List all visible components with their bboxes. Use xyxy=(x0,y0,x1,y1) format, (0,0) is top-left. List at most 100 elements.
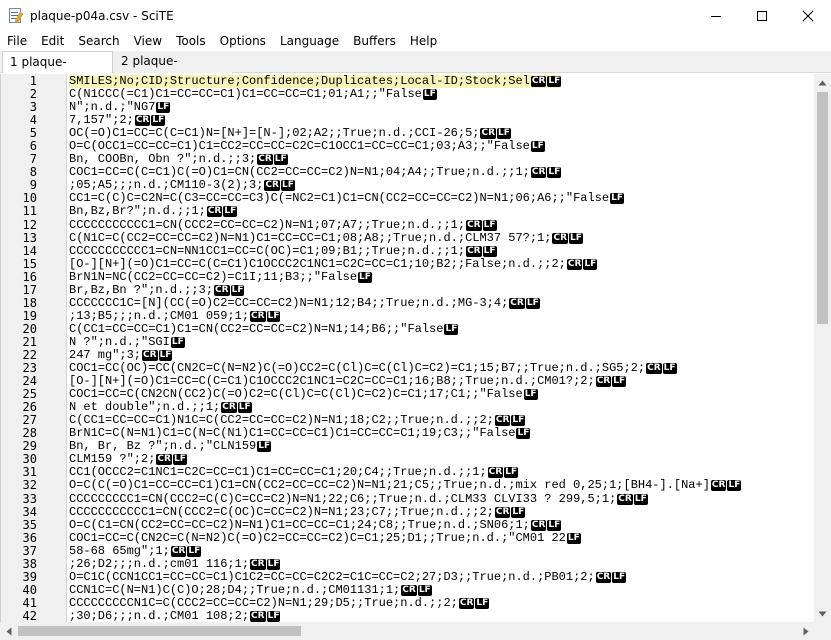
line-content: C(CC1=CC=CC=C1)C1=CN(CC2=CC=CC=C2)N=N1;1… xyxy=(69,321,444,336)
code-line[interactable]: 42 ;30;D6;;;n.d.;CM01 108;2; CR LF xyxy=(1,608,814,622)
line-text: COC1=CC(OC)=CC(CN2C=C(N=N2)C(=O)CC2=C(Cl… xyxy=(69,362,677,375)
line-number: 41 xyxy=(22,595,37,610)
lf-marker: LF xyxy=(504,467,519,479)
lf-marker: LF xyxy=(417,584,432,596)
menu-buffers[interactable]: Buffers xyxy=(346,31,403,51)
menu-help[interactable]: Help xyxy=(403,31,444,51)
lf-marker: LF xyxy=(662,363,677,375)
line-number: 8 xyxy=(29,165,37,180)
line-content: ;13;B5;;;n.d.;CM01 059;1; xyxy=(69,308,250,323)
line-content: 247 mg";3; xyxy=(69,347,142,362)
line-text: BrN1N=NC(CC2=CC=CC=C2)=C1I;11;B3;;"False… xyxy=(69,269,372,284)
scroll-down-arrow-icon[interactable] xyxy=(814,605,831,622)
line-number: 22 xyxy=(22,347,37,362)
cr-marker: CR xyxy=(595,376,612,388)
cr-marker: CR xyxy=(214,284,230,296)
line-text: ;05;A5;;;n.d.;CM110-3(2);3; CR LF xyxy=(69,179,295,192)
vertical-scrollbar[interactable] xyxy=(814,74,831,622)
lf-marker: LF xyxy=(230,284,245,296)
lf-marker: LF xyxy=(610,193,624,205)
line-text: CCCCCCC1C=[N](CC(=O)C2=CC=CC=C2)N=N1;12;… xyxy=(69,295,540,310)
menu-search[interactable]: Search xyxy=(71,31,126,51)
menu-tools[interactable]: Tools xyxy=(169,31,213,51)
cr-marker: CR xyxy=(257,154,273,166)
horizontal-scrollbar[interactable] xyxy=(0,622,814,640)
menu-view[interactable]: View xyxy=(127,31,169,51)
lf-marker: LF xyxy=(358,271,372,283)
maximize-button[interactable] xyxy=(739,0,785,31)
cr-marker: CR xyxy=(710,480,727,492)
scite-app-icon xyxy=(8,7,24,24)
line-number: 2 xyxy=(29,87,37,102)
line-content: CCCCCCCCC1=CN(CCC2=C(C)C=CC=C2)N=N1;22;C… xyxy=(69,491,617,506)
line-number: 33 xyxy=(22,491,37,506)
cr-marker: CR xyxy=(509,297,525,309)
cr-marker: CR xyxy=(494,415,511,427)
line-content: 58-68 65mg";1; xyxy=(69,543,170,558)
scrollbar-corner xyxy=(814,622,831,640)
line-number: 35 xyxy=(22,517,37,532)
line-content: COC1=CC=C(C=C1)C(=O)C1=CN(CC2=CC=CC=C2)N… xyxy=(69,165,530,180)
line-text: Bn, COOBn, Obn ?";n.d.;;3; CR LF xyxy=(69,153,288,166)
line-number: 14 xyxy=(22,243,37,258)
close-button[interactable] xyxy=(785,0,831,31)
horizontal-scroll-thumb[interactable] xyxy=(18,626,301,636)
line-text: N";n.d.;"NG7 LF xyxy=(69,101,171,114)
lf-marker: LF xyxy=(525,297,540,309)
line-content: ;30;D6;;;n.d.;CM01 108;2; xyxy=(69,608,250,622)
minimize-button[interactable] xyxy=(693,0,739,31)
line-content: BrN1N=NC(CC2=CC=CC=C2)=C1I;11;B3;;"False xyxy=(69,269,358,284)
line-content: CCCCCCC1C=[N](CC(=O)C2=CC=CC=C2)N=N1;12;… xyxy=(69,295,509,310)
menu-file[interactable]: File xyxy=(0,31,34,51)
tab-plaque-csvm[interactable]: 2 plaque-p04a.csvm xyxy=(114,51,232,89)
line-text: Br,Bz,Bn ?";n.d.;;3; CR LF xyxy=(69,283,245,297)
menu-edit[interactable]: Edit xyxy=(34,31,71,51)
code-lines: 1 SMILES;No;CID;Structure;Confidence;Dupl… xyxy=(1,75,814,622)
lf-marker: LF xyxy=(266,310,281,322)
line-text: CCCCCCCCC1=CN(CCC2=C(C)C=CC=C2)N=N1;22;C… xyxy=(69,491,648,506)
line-number: 38 xyxy=(22,556,37,571)
line-text: C(CC1=CC=CC=C1)C1=CN(CC2=CC=CC=C2)N=N1;1… xyxy=(69,321,459,336)
lf-marker: LF xyxy=(172,454,187,466)
line-content: O=C(C1=CN(CC2=CC=CC=C2)N=N1)C1=CC=CC=C1;… xyxy=(69,517,530,532)
vertical-scroll-thumb[interactable] xyxy=(817,92,828,324)
cr-marker: CR xyxy=(530,76,547,87)
line-number: 5 xyxy=(29,126,37,141)
cr-marker: CR xyxy=(250,310,266,322)
line-content: ;05;A5;;;n.d.;CM110-3(2);3; xyxy=(69,178,264,193)
buffer-tab-bar: 1 plaque-p04a.csv 2 plaque-p04a.csvm xyxy=(0,51,831,90)
line-number: 7 xyxy=(29,152,37,167)
line-number: 15 xyxy=(22,256,37,271)
line-number: 29 xyxy=(22,439,37,454)
line-number: 3 xyxy=(29,100,37,115)
scroll-right-arrow-icon[interactable] xyxy=(797,622,814,640)
line-text: 247 mg";3; CR LF xyxy=(69,347,173,362)
line-content: CCCCCCCCCCC1=CN(CCC2=CC=CC=C2)N=N1;07;A7… xyxy=(69,217,466,232)
line-number: 10 xyxy=(22,191,37,206)
tab-plaque-csv[interactable]: 1 plaque-p04a.csv xyxy=(2,51,113,90)
lf-marker: LF xyxy=(566,532,581,544)
line-content: O=C1C(CCN1CC1=CC=CC=C1)C1C2=CC=CC=C2C2=C… xyxy=(69,569,595,584)
menu-options[interactable]: Options xyxy=(213,31,273,51)
cr-marker: CR xyxy=(617,493,633,505)
lf-marker: LF xyxy=(151,115,166,127)
line-number: 23 xyxy=(22,361,37,376)
line-number: 31 xyxy=(22,465,37,480)
menu-language[interactable]: Language xyxy=(273,31,346,51)
line-content: Bn, COOBn, Obn ?";n.d.;;3; xyxy=(69,152,257,167)
scroll-up-arrow-icon[interactable] xyxy=(814,74,831,91)
line-content: N et double";n.d.;;1; xyxy=(69,400,221,415)
line-content: CCCCCCCCCCC1=CN(CCC2=C(OC)C=CC=C2)N=N1;2… xyxy=(69,504,494,519)
line-number: 34 xyxy=(22,504,37,519)
lf-marker: LF xyxy=(516,428,531,440)
editor-pane[interactable]: 1 SMILES;No;CID;Structure;Confidence;Dupl… xyxy=(0,74,814,622)
scroll-left-arrow-icon[interactable] xyxy=(0,622,17,640)
line-text: CC1(OCCC2=C1NC1=C2C=CC=C1)C1=CC=CC=C1;20… xyxy=(69,466,519,479)
lf-marker: LF xyxy=(156,102,171,114)
line-text: Bn, Br, Bz ?";n.d.;"CLN159 LF xyxy=(69,440,272,453)
line-text: 7,157";2; CR LF xyxy=(69,114,166,127)
lf-marker: LF xyxy=(530,141,545,153)
line-content: CCN1C=C(N=N1)C(C)O;28;D4;;True;n.d.;CM01… xyxy=(69,582,401,597)
lf-marker: LF xyxy=(257,441,272,453)
line-number: 6 xyxy=(29,139,37,154)
